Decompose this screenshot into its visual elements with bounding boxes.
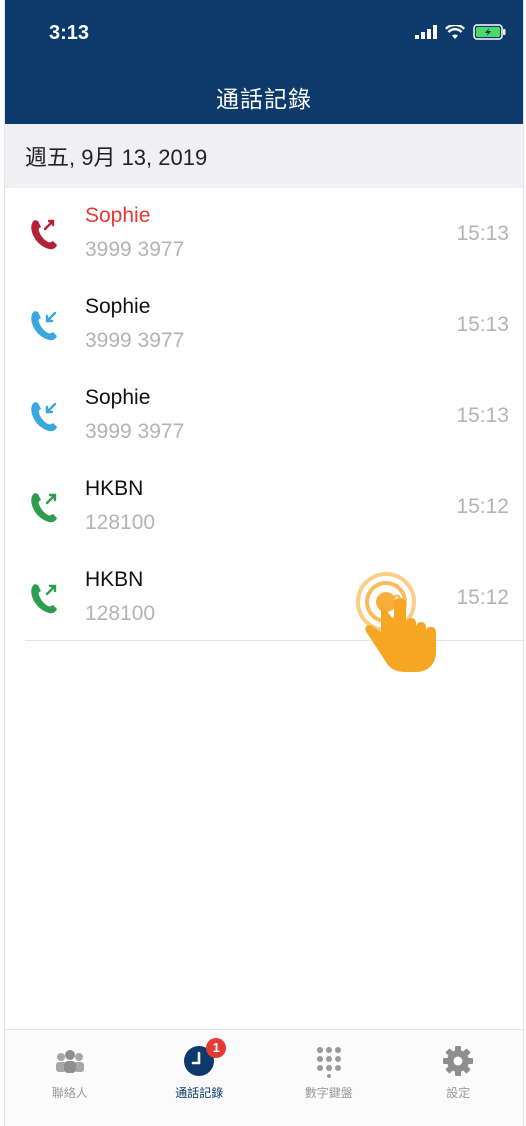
call-row[interactable]: Sophie 3999 3977 15:13	[5, 370, 523, 461]
caller-name: Sophie	[85, 386, 151, 409]
date-section-header: 週五, 9月 13, 2019	[5, 124, 523, 188]
tab-label: 聯絡人	[51, 1086, 88, 1100]
tab-label: 設定	[446, 1086, 471, 1100]
wifi-icon	[445, 24, 465, 39]
caller-name: HKBN	[85, 477, 144, 500]
caller-name: Sophie	[85, 295, 151, 318]
tab-label: 數字鍵盤	[304, 1086, 353, 1100]
incoming-call-icon	[31, 311, 57, 341]
caller-name: Sophie	[85, 204, 151, 227]
call-time: 15:13	[456, 313, 509, 336]
tap-gesture-icon	[356, 572, 436, 672]
page-title: 通話記錄	[216, 86, 312, 112]
caller-number: 128100	[85, 511, 156, 534]
call-time: 15:13	[456, 222, 509, 245]
caller-number: 3999 3977	[85, 420, 185, 443]
call-time: 15:12	[456, 586, 509, 609]
tab-call-history[interactable]: 1 通話記錄	[144, 1030, 254, 1101]
keypad-icon	[316, 1047, 341, 1078]
tab-label: 通話記錄	[175, 1086, 224, 1100]
status-icons	[415, 24, 507, 40]
caller-number: 3999 3977	[85, 238, 185, 261]
incoming-call-icon	[31, 402, 57, 432]
call-time: 15:13	[456, 404, 509, 427]
status-time: 3:13	[49, 22, 90, 44]
tab-keypad[interactable]: 數字鍵盤	[274, 1030, 384, 1101]
contacts-icon	[55, 1050, 84, 1073]
call-history-icon: 1	[182, 1038, 227, 1078]
call-time: 15:12	[456, 495, 509, 518]
caller-number: 3999 3977	[85, 329, 185, 352]
battery-icon	[473, 24, 506, 40]
caller-number: 128100	[85, 602, 156, 625]
notification-badge: 1	[206, 1038, 227, 1058]
outgoing-call-icon	[31, 584, 57, 614]
outgoing-call-icon	[31, 493, 57, 523]
date-label: 週五, 9月 13, 2019	[25, 145, 208, 170]
app-header: 3:13 通話記錄	[5, 0, 523, 124]
signal-icon	[415, 25, 437, 39]
tab-contacts[interactable]: 聯絡人	[15, 1030, 125, 1101]
settings-icon	[443, 1046, 474, 1076]
phone-screen: 3:13 通話記錄 週五, 9月 13, 2019 Sophie 3999 39…	[4, 0, 524, 1126]
missed-call-icon	[31, 219, 57, 250]
bottom-tab-bar: 聯絡人 1 通話記錄 數字鍵盤 設定	[5, 1029, 523, 1126]
call-row[interactable]: Sophie 3999 3977 15:13	[5, 188, 523, 279]
caller-name: HKBN	[85, 568, 144, 591]
call-row[interactable]: Sophie 3999 3977 15:13	[5, 279, 523, 370]
tab-settings[interactable]: 設定	[403, 1030, 513, 1101]
call-row[interactable]: HKBN 128100 15:12	[5, 461, 523, 552]
